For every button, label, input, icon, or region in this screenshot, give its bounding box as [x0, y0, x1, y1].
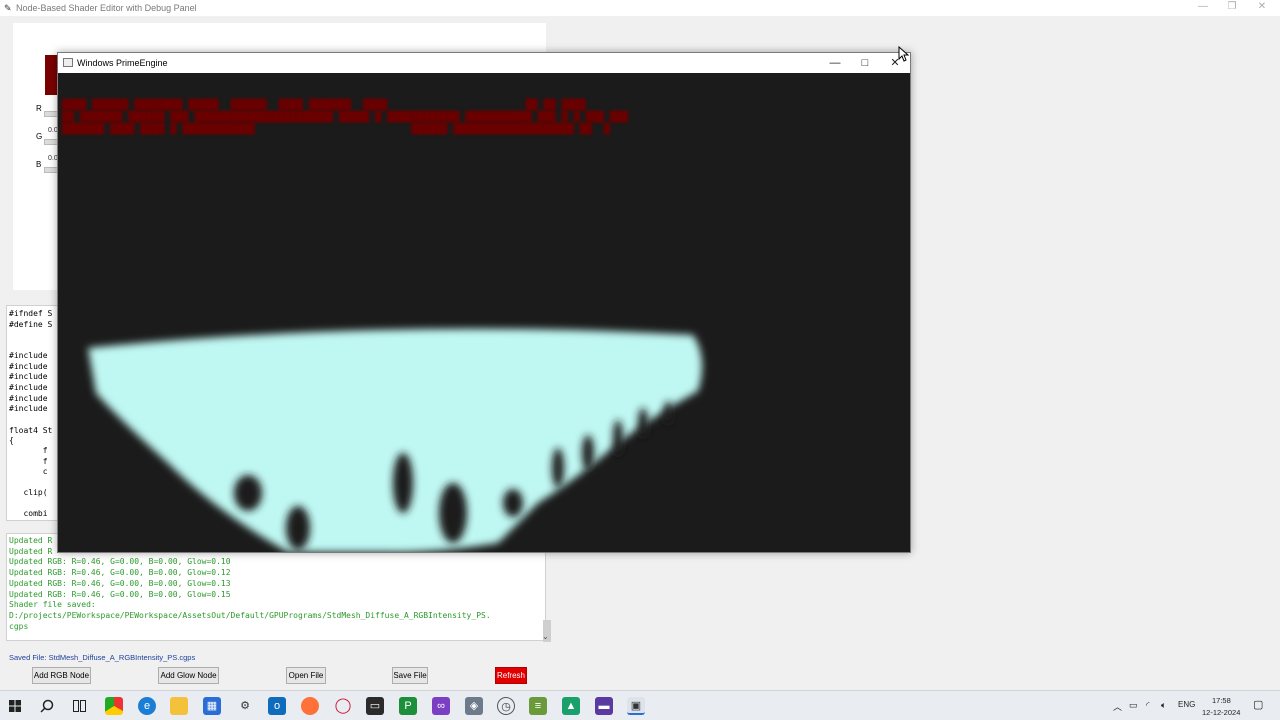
add-rgb-node-button[interactable]: Add RGB Node — [32, 667, 91, 684]
maximize-button[interactable]: ❐ — [1217, 1, 1247, 15]
log-line: D:/projects/PEWorkspace/PEWorkspace/Asse… — [9, 610, 491, 620]
task-view-icon[interactable] — [73, 700, 86, 712]
language-indicator[interactable]: ENG — [1178, 700, 1195, 709]
terminal-icon[interactable]: ▭ — [366, 697, 384, 715]
close-button[interactable]: ✕ — [1247, 1, 1277, 15]
code-line: f — [9, 457, 48, 466]
code-line: { — [9, 436, 14, 445]
code-line: #include — [9, 351, 48, 360]
code-line: #define S — [9, 320, 53, 329]
clock-app-icon[interactable]: ◷ — [497, 697, 515, 715]
pycharm-icon[interactable]: P — [399, 697, 417, 715]
outlook-icon[interactable]: o — [268, 697, 286, 715]
code-line: #include — [9, 383, 48, 392]
taskbar: e ▦ ⚙ o ◯ ▭ P ∞ ◈ ◷ ≡ ▲ ▬ ▣ ︿ ▭ ◜ 🔈︎ ENG… — [0, 690, 1280, 720]
code-line: #include — [9, 394, 48, 403]
tray-expand-icon[interactable]: ︿ — [1113, 700, 1122, 713]
log-line: Updated RGB: R=0.46, G=0.00, B=0.00, Glo… — [9, 589, 231, 599]
save-file-button[interactable]: Save File — [392, 667, 428, 684]
log-line: cgps — [9, 621, 29, 631]
add-glow-node-button[interactable]: Add Glow Node — [158, 667, 219, 684]
scroll-down-arrow-icon[interactable]: ⌄ — [542, 632, 549, 641]
volume-icon[interactable]: 🔈︎ — [1161, 700, 1166, 711]
status-message: Saved File: StdMesh_Diffuse_A_RGBIntensi… — [9, 653, 196, 662]
windows-start-icon[interactable] — [9, 700, 21, 712]
feather-app-icon: ✎ — [4, 3, 12, 13]
code-line: float4 St — [9, 426, 53, 435]
slider-label-g: G — [36, 132, 43, 141]
code-line: f — [9, 446, 48, 455]
edge-icon[interactable]: e — [138, 697, 156, 715]
active-window-icon[interactable]: ▣ — [627, 697, 645, 715]
visual-studio-icon[interactable]: ∞ — [432, 697, 450, 715]
log-line: Updated RGB: R=0.46, G=0.00, B=0.00, Glo… — [9, 557, 231, 567]
code-line: #include — [9, 362, 48, 371]
minimize-button[interactable]: — — [1188, 1, 1218, 15]
code-line: clip( — [9, 488, 48, 497]
log-line: Updated R — [9, 546, 53, 556]
microsoft-store-icon[interactable]: ▦ — [203, 697, 221, 715]
chrome-icon[interactable] — [105, 697, 123, 715]
network-icon[interactable]: ▭ — [1129, 700, 1138, 711]
prime-engine-window: Windows PrimeEngine — □ ✕ ████ ██████ ██… — [57, 52, 911, 553]
code-line: c — [9, 467, 48, 476]
app-icon[interactable]: ▲ — [562, 697, 580, 715]
open-file-button[interactable]: Open File — [286, 667, 326, 684]
title-bar[interactable]: ✎ Node-Based Shader Editor with Debug Pa… — [0, 0, 1280, 16]
engine-title-bar[interactable]: Windows PrimeEngine — □ ✕ — [58, 53, 910, 73]
clock-date[interactable]: 12-12-2024 — [1202, 708, 1240, 717]
notepad-icon[interactable]: ≡ — [529, 697, 547, 715]
ide-icon[interactable]: ▬ — [595, 697, 613, 715]
mouse-cursor-icon — [898, 46, 910, 62]
code-line: #include — [9, 372, 48, 381]
clock-time[interactable]: 17:58 — [1212, 696, 1231, 705]
code-line: combi — [9, 509, 48, 518]
render-viewport[interactable]: ████ ██████ ████████ █████ ██████ ████ █… — [58, 73, 910, 552]
engine-maximize-button[interactable]: □ — [850, 55, 880, 71]
log-line: Updated RGB: R=0.46, G=0.00, B=0.00, Glo… — [9, 568, 231, 578]
git-tool-icon[interactable]: ◈ — [465, 697, 483, 715]
engine-minimize-button[interactable]: — — [820, 55, 850, 71]
window-title: Node-Based Shader Editor with Debug Pane… — [16, 3, 197, 13]
engine-window-title: Windows PrimeEngine — [77, 58, 168, 68]
firefox-icon[interactable] — [301, 697, 319, 715]
code-line: #ifndef S — [9, 309, 53, 318]
log-line: Updated R — [9, 536, 53, 545]
settings-gear-icon[interactable]: ⚙ — [236, 697, 254, 715]
log-line: Updated RGB: R=0.46, G=0.00, B=0.00, Glo… — [9, 578, 231, 588]
notification-icon[interactable]: ▢ — [1253, 698, 1263, 711]
window-icon — [63, 58, 73, 67]
wifi-icon[interactable]: ◜ — [1146, 700, 1150, 711]
log-line: Shader file saved: — [9, 600, 96, 610]
file-explorer-icon[interactable] — [170, 697, 188, 715]
slider-label-b: B — [36, 160, 42, 169]
opera-icon[interactable]: ◯ — [334, 697, 352, 715]
refresh-button[interactable]: Refresh — [495, 667, 527, 684]
code-line: #include — [9, 404, 48, 413]
slider-label-r: R — [36, 104, 42, 113]
glow-mesh-render — [88, 328, 702, 552]
search-icon[interactable] — [40, 699, 54, 713]
